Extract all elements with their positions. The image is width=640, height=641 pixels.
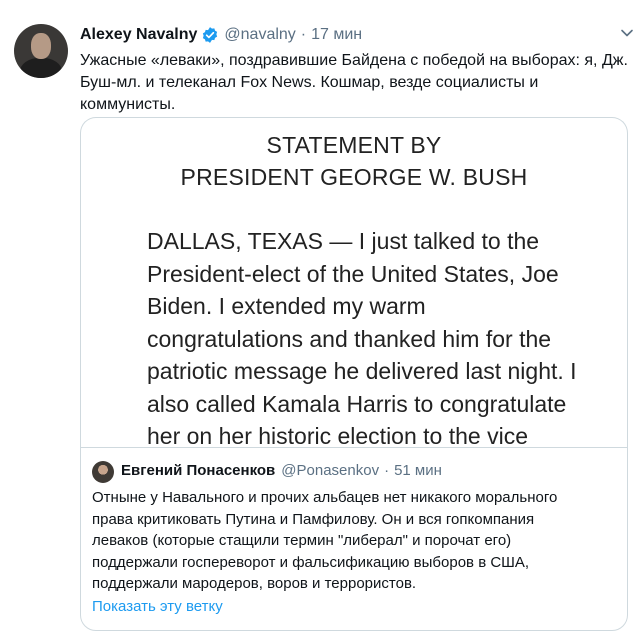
tweet-image[interactable]: STATEMENT BY PRESIDENT GEORGE W. BUSH DA… (80, 117, 628, 447)
statement-line: congratulations and thanked him for the (147, 325, 552, 352)
separator-dot: · (384, 462, 390, 479)
avatar-face (31, 33, 51, 59)
chevron-down-icon[interactable] (620, 26, 634, 40)
author-avatar[interactable] (14, 24, 68, 78)
quoted-author-handle[interactable]: @Ponasenkov (281, 462, 379, 479)
statement-title-line1: STATEMENT BY (266, 132, 442, 158)
statement-title-line2: PRESIDENT GEORGE W. BUSH (180, 164, 528, 190)
quoted-author-name[interactable]: Евгений Понасенков (121, 462, 275, 479)
tweet-timestamp[interactable]: 17 мин (311, 26, 362, 44)
author-name[interactable]: Alexey Navalny (80, 26, 197, 44)
statement-body: DALLAS, TEXAS — I just talked to the Pre… (147, 225, 617, 447)
author-handle[interactable]: @navalny (224, 26, 295, 44)
statement-line: patriotic message he delivered last nigh… (147, 358, 577, 384)
quoted-tweet-header: Евгений Понасенков @Ponasenkov · 51 мин (121, 462, 442, 479)
quoted-tweet-text: Отныне у Навального и прочих альбацев не… (92, 487, 622, 595)
quoted-text-line: Отныне у Навального и прочих альбацев не… (92, 489, 558, 506)
quoted-text-line: поддержали госпереворот и фальсификацию … (92, 553, 530, 571)
tweet-text: Ужасные «леваки», поздравившие Байдена с… (80, 52, 628, 113)
quoted-author-avatar[interactable] (92, 461, 114, 483)
quoted-tweet[interactable]: Евгений Понасенков @Ponasenkov · 51 мин … (80, 447, 628, 631)
statement-line: DALLAS, TEXAS — I just talked to the (147, 228, 540, 254)
avatar-body (20, 58, 62, 78)
statement-line: Biden. I extended my warm (147, 293, 426, 319)
quoted-text-line: поддержали мародеров, воров и террористо… (92, 575, 417, 592)
statement-line: President-elect of the United States, Jo… (147, 260, 559, 287)
quoted-text-line: леваков (которые стащили термин "либерал… (92, 532, 512, 549)
statement-line: her on her historic election to the vice (147, 423, 528, 447)
tweet-header: Alexey Navalny @navalny · 17 мин (80, 25, 362, 45)
quoted-tweet-timestamp[interactable]: 51 мин (394, 462, 442, 479)
statement-line: also called Kamala Harris to congratulat… (147, 390, 567, 417)
separator-dot: · (300, 26, 307, 43)
verified-badge-icon (201, 26, 219, 44)
quoted-text-line: права критиковать Путина и Памфилову. Он… (92, 510, 535, 528)
show-thread-link[interactable]: Показать эту ветку (92, 598, 223, 615)
statement-document: STATEMENT BY PRESIDENT GEORGE W. BUSH DA… (81, 118, 627, 447)
tweet[interactable]: Alexey Navalny @navalny · 17 мин Ужасные… (0, 0, 640, 641)
